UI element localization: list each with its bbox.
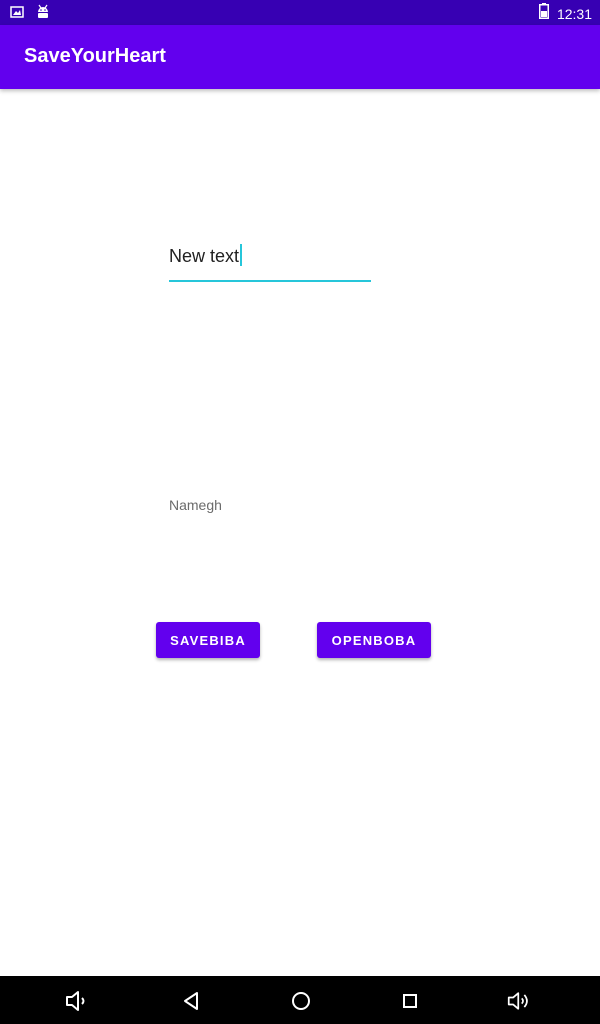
save-button[interactable]: SAVEBIBA [156, 622, 260, 658]
text-cursor [240, 244, 243, 266]
volume-down-icon[interactable] [65, 988, 91, 1014]
status-bar: 12:31 [0, 0, 600, 25]
app-title: SaveYourHeart [24, 45, 166, 67]
name-label: Namegh [169, 497, 222, 513]
text-input-underline [169, 280, 371, 282]
text-input-value: New text [169, 246, 240, 266]
back-icon[interactable] [178, 988, 204, 1014]
navigation-bar [0, 976, 600, 1024]
app-screen: 12:31 SaveYourHeart New text Namegh SAVE… [0, 0, 600, 1024]
text-input-field[interactable]: New text [169, 236, 371, 282]
volume-up-icon[interactable] [507, 988, 533, 1014]
text-input-value-wrap: New text [169, 244, 243, 267]
status-time: 12:31 [556, 5, 592, 22]
status-system: 12:31 [538, 3, 592, 24]
app-bar: SaveYourHeart [0, 25, 600, 89]
open-button[interactable]: OPENBOBA [317, 622, 431, 658]
android-debug-icon [36, 4, 50, 25]
status-notifications [10, 4, 50, 25]
image-notification-icon [10, 5, 24, 24]
battery-icon [538, 3, 549, 24]
recents-icon[interactable] [397, 988, 423, 1014]
home-icon[interactable] [288, 988, 314, 1014]
